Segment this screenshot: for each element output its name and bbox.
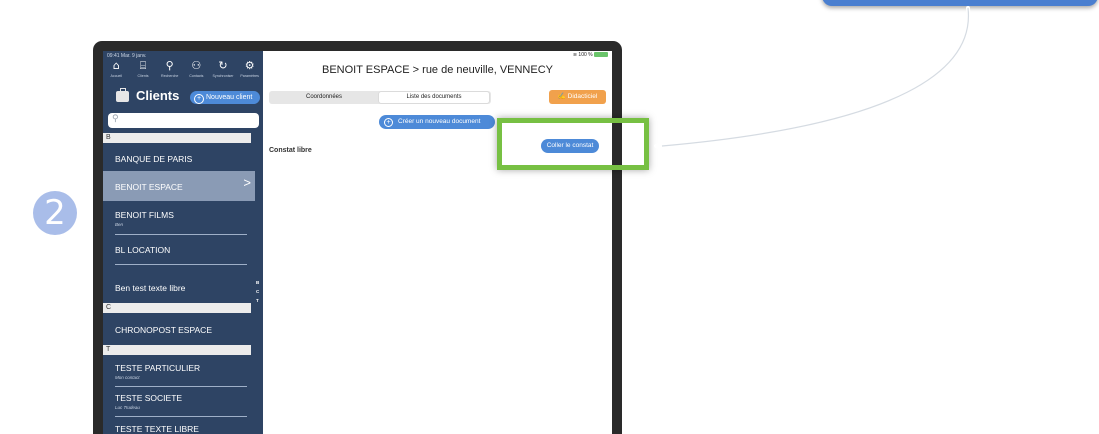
arrow-curve <box>660 6 971 148</box>
pointer-arrow <box>654 6 971 156</box>
